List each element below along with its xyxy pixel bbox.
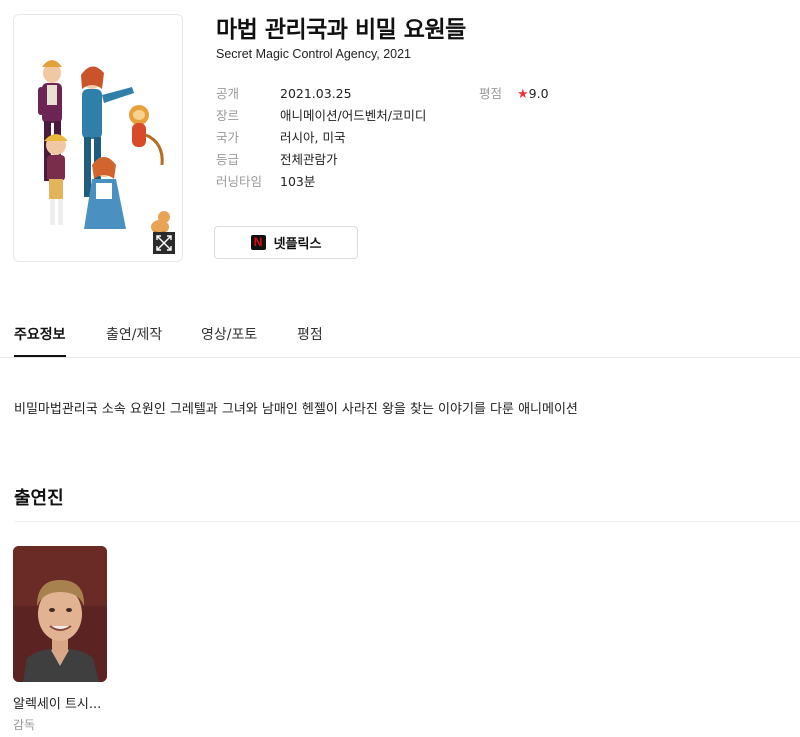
expand-arrows-icon xyxy=(156,235,172,251)
info-value: 103분 xyxy=(280,174,316,189)
info-rating: 평점 ★9.0 xyxy=(479,83,549,102)
netflix-label: 넷플릭스 xyxy=(273,237,322,252)
netflix-watch-button[interactable]: N 넷플릭스 xyxy=(214,226,358,259)
poster-illustration xyxy=(14,15,182,261)
info-value: 2021.03.25 xyxy=(280,86,352,101)
star-icon: ★ xyxy=(517,87,529,102)
movie-poster[interactable] xyxy=(13,14,183,262)
expand-icon[interactable] xyxy=(153,232,175,254)
movie-subtitle: Secret Magic Control Agency, 2021 xyxy=(216,47,412,61)
info-label: 국가 xyxy=(216,130,240,145)
info-runtime: 러닝타임 103분 xyxy=(216,171,315,190)
tab-rating[interactable]: 평점 xyxy=(297,315,323,355)
cast-role: 감독 xyxy=(13,718,36,732)
info-grade: 등급 전체관람가 xyxy=(216,149,338,168)
cast-photo[interactable] xyxy=(13,546,107,682)
movie-title: 마법 관리국과 비밀 요원들 xyxy=(216,17,466,43)
info-value: 러시아, 미국 xyxy=(280,130,346,145)
tab-cast-crew[interactable]: 출연/제작 xyxy=(106,315,162,355)
info-release: 공개 2021.03.25 xyxy=(216,83,352,102)
info-label: 러닝타임 xyxy=(216,174,263,189)
section-divider xyxy=(14,521,800,522)
info-country: 국가 러시아, 미국 xyxy=(216,127,345,146)
movie-detail-page: 마법 관리국과 비밀 요원들 Secret Magic Control Agen… xyxy=(0,0,800,737)
info-label: 평점 xyxy=(479,86,503,101)
info-value: 전체관람가 xyxy=(280,152,338,167)
tab-main-info[interactable]: 주요정보 xyxy=(14,315,66,357)
cast-card[interactable]: 알렉세이 트시... 감독 xyxy=(13,546,107,733)
info-label: 장르 xyxy=(216,108,240,123)
tab-video-photo[interactable]: 영상/포토 xyxy=(201,315,257,355)
cast-name[interactable]: 알렉세이 트시... xyxy=(13,693,107,712)
detail-tabs: 주요정보 출연/제작 영상/포토 평점 xyxy=(0,315,800,358)
netflix-logo-icon: N xyxy=(250,235,266,250)
info-value: 애니메이션/어드벤처/코미디 xyxy=(280,108,427,123)
info-genre: 장르 애니메이션/어드벤처/코미디 xyxy=(216,105,426,124)
person-photo xyxy=(13,546,107,682)
info-label: 등급 xyxy=(216,152,240,167)
synopsis-text: 비밀마법관리국 소속 요원인 그레텔과 그녀와 남매인 헨젤이 사라진 왕을 찾… xyxy=(14,402,578,417)
cast-section-title: 출연진 xyxy=(14,488,64,509)
info-label: 공개 xyxy=(216,86,240,101)
rating-value: 9.0 xyxy=(528,86,549,101)
